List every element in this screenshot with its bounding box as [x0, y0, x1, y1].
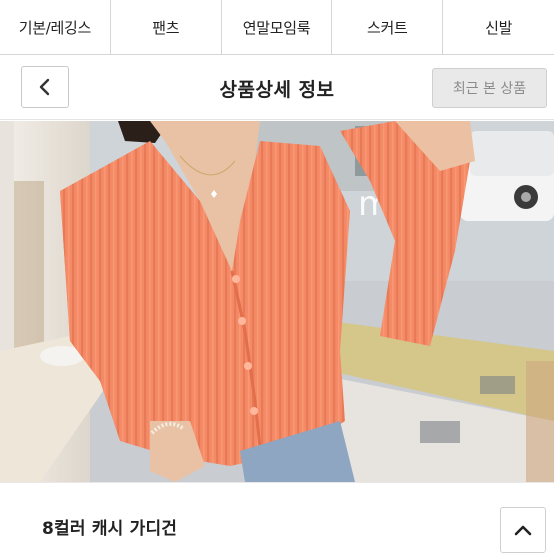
category-tab-party-look[interactable]: 연말모임룩: [222, 0, 333, 55]
recent-products-button[interactable]: 최근 본 상품: [432, 68, 547, 108]
product-name: 8컬러 캐시 가디건: [42, 519, 178, 539]
chevron-up-icon: [514, 525, 532, 536]
category-tab-bar: 기본/레깅스 팬츠 연말모임룩 스커트 신발: [0, 0, 554, 55]
product-name-bar: 8컬러 캐시 가디건: [0, 482, 554, 554]
collapse-button[interactable]: [500, 507, 546, 553]
category-tab-skirts[interactable]: 스커트: [332, 0, 444, 55]
category-tab-shoes[interactable]: 신발: [443, 0, 554, 55]
category-tab-pants[interactable]: 팬츠: [111, 0, 222, 55]
product-photo: mea: [0, 121, 554, 482]
page-header: 상품상세 정보 최근 본 상품: [0, 55, 554, 120]
category-tab-basic-leggings[interactable]: 기본/레깅스: [0, 0, 111, 55]
